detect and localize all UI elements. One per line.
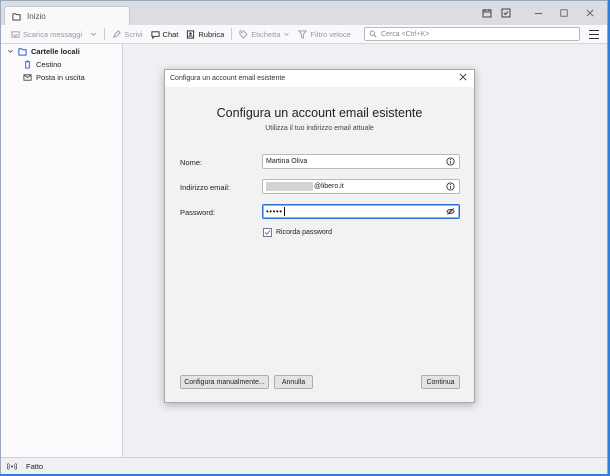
name-field[interactable]: Martina Oliva xyxy=(262,154,460,169)
folder-icon xyxy=(18,48,27,56)
get-messages-button[interactable]: Scarica messaggi xyxy=(7,27,86,41)
minimize-button[interactable] xyxy=(525,6,551,20)
status-bar: Fatto xyxy=(1,457,607,474)
remember-password-row[interactable]: Ricorda password xyxy=(263,228,332,237)
search-input[interactable]: Cerca <Ctrl+K> xyxy=(364,27,580,41)
remember-password-label: Ricorda password xyxy=(276,229,333,236)
mail-toolbar: Scarica messaggi Scrivi Chat Rubrica Eti… xyxy=(1,25,607,44)
checkmark-icon xyxy=(264,230,271,235)
write-label: Scrivi xyxy=(124,29,143,39)
folder-pane: Cartelle locali Cestino Posta in uscita xyxy=(1,44,123,457)
close-icon xyxy=(586,9,594,17)
tab-home[interactable]: Inizio xyxy=(4,6,130,25)
eye-slash-icon[interactable] xyxy=(446,207,455,216)
calendar-icon[interactable] xyxy=(481,8,492,19)
tasks-icon[interactable] xyxy=(500,8,511,19)
email-value: @libero.it xyxy=(314,183,344,190)
tag-label: Etichetta xyxy=(251,29,281,39)
address-book-icon xyxy=(187,29,195,39)
trash-icon xyxy=(24,60,31,69)
redacted-email-user xyxy=(266,182,313,191)
account-setup-dialog: Configura un account email esistente Con… xyxy=(164,69,475,403)
maximize-icon xyxy=(560,9,568,17)
search-placeholder: Cerca <Ctrl+K> xyxy=(381,30,430,38)
continue-button[interactable]: Continua xyxy=(421,375,460,389)
get-messages-dropdown[interactable] xyxy=(86,27,101,41)
chat-label: Chat xyxy=(162,29,179,39)
quick-filter-label: Filtro veloce xyxy=(310,29,351,39)
app-menu-button[interactable] xyxy=(588,29,600,40)
chat-button[interactable]: Chat xyxy=(147,27,183,41)
password-field[interactable]: ••••• xyxy=(262,204,460,219)
chevron-down-icon xyxy=(8,49,13,53)
menu-line xyxy=(589,34,599,35)
folder-trash[interactable]: Cestino xyxy=(23,60,61,69)
remember-password-checkbox[interactable] xyxy=(263,228,272,237)
email-label: Indirizzo email: xyxy=(180,183,231,192)
folder-label: Posta in uscita xyxy=(36,73,85,82)
configure-manually-button[interactable]: Configura manualmente... xyxy=(180,375,269,389)
close-window-button[interactable] xyxy=(577,6,603,20)
folder-outbox[interactable]: Posta in uscita xyxy=(23,73,85,82)
tag-icon xyxy=(239,29,248,39)
download-icon xyxy=(11,30,20,38)
folder-label: Cestino xyxy=(36,60,62,69)
folder-label: Cartelle locali xyxy=(31,47,80,56)
menu-line xyxy=(589,30,599,31)
email-field[interactable]: @libero.it xyxy=(262,179,460,194)
info-icon[interactable] xyxy=(446,182,455,191)
chevron-down-icon xyxy=(91,32,97,36)
address-book-button[interactable]: Rubrica xyxy=(182,27,228,41)
dialog-title-bar: Configura un account email esistente xyxy=(165,70,474,87)
search-icon xyxy=(369,30,377,38)
tab-label: Inizio xyxy=(27,11,46,21)
password-value: ••••• xyxy=(266,207,283,216)
quick-filter-button[interactable]: Filtro veloce xyxy=(294,27,354,41)
cancel-button[interactable]: Annulla xyxy=(274,375,313,389)
close-icon xyxy=(459,73,467,81)
dialog-subheading: Utilizza il tuo indirizzo email attuale xyxy=(265,125,374,132)
folder-tab-icon xyxy=(12,12,21,21)
name-value: Martina Oliva xyxy=(266,158,308,165)
chat-icon xyxy=(150,30,160,39)
address-book-label: Rubrica xyxy=(198,29,225,39)
pencil-icon xyxy=(113,29,121,38)
toolbar-separator xyxy=(104,28,106,40)
minimize-icon xyxy=(534,12,542,14)
status-text: Fatto xyxy=(26,461,44,471)
write-button[interactable]: Scrivi xyxy=(108,27,146,41)
password-label: Password: xyxy=(180,208,216,217)
dialog-heading: Configura un account email esistente xyxy=(216,106,423,120)
filter-icon xyxy=(298,29,308,39)
info-icon[interactable] xyxy=(446,157,455,166)
get-messages-label: Scarica messaggi xyxy=(23,29,83,39)
name-label: Nome: xyxy=(180,158,203,167)
text-caret xyxy=(283,207,285,216)
tag-button[interactable]: Etichetta xyxy=(235,27,294,41)
outbox-icon xyxy=(23,74,32,81)
dialog-close-button[interactable] xyxy=(458,73,468,83)
folder-local-folders[interactable]: Cartelle locali xyxy=(7,47,80,56)
title-bar: Inizio xyxy=(1,1,607,25)
menu-line xyxy=(589,38,599,39)
toolbar-separator xyxy=(231,28,233,40)
dialog-window-title: Configura un account email esistente xyxy=(170,75,286,82)
chevron-down-icon xyxy=(284,32,290,36)
maximize-button[interactable] xyxy=(551,6,577,20)
online-status-icon[interactable] xyxy=(7,462,17,471)
